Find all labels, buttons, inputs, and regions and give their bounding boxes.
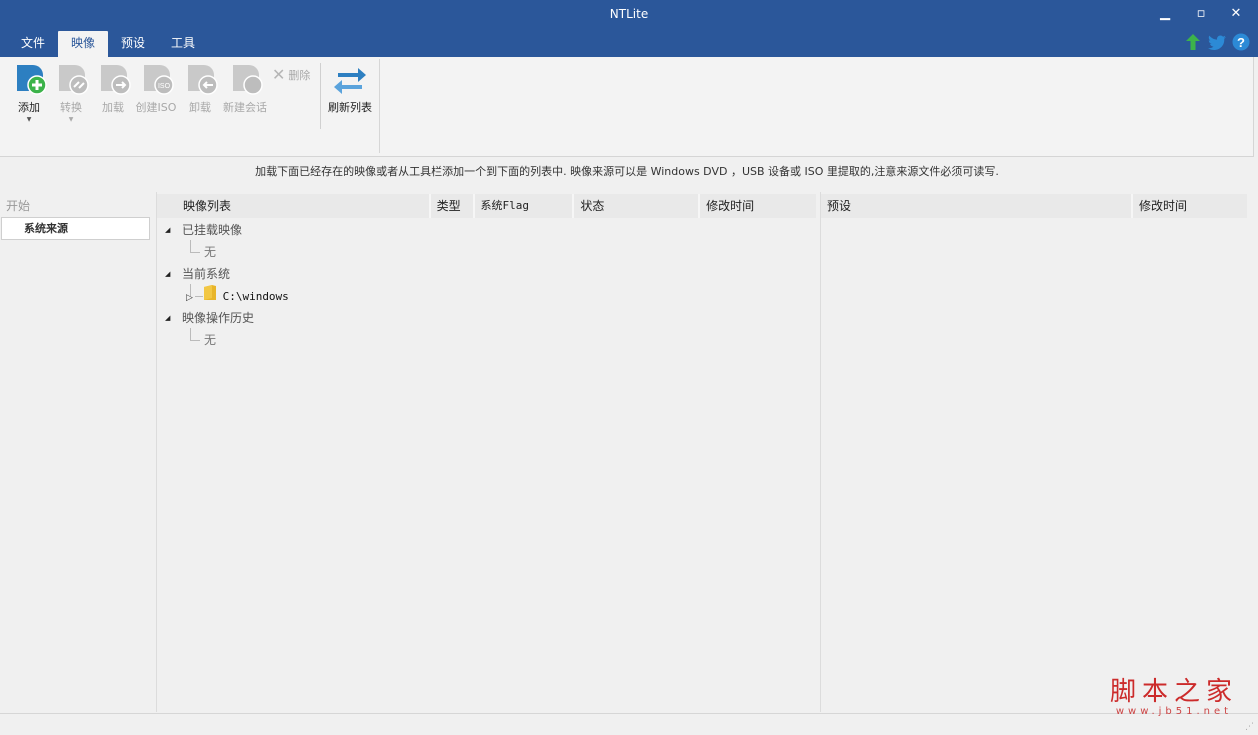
top-right-icons: ? (1184, 33, 1250, 51)
load-disc-icon (95, 61, 131, 97)
add-dropdown-icon[interactable]: ▼ (7, 116, 51, 123)
tree-leaf-none[interactable]: 无 (204, 330, 216, 350)
watermark-logo: 脚本之家 (1109, 677, 1238, 707)
expand-triangle-icon[interactable]: ◢ (165, 220, 170, 240)
delete-button[interactable]: ✕ 删除 (272, 65, 310, 84)
window-title: NTLite (609, 7, 649, 21)
col-preset[interactable]: 预设 (821, 194, 1133, 218)
tree-connector (190, 328, 191, 340)
update-arrow-icon[interactable] (1184, 33, 1202, 51)
close-icon: ✕ (1230, 6, 1242, 21)
new-session-button[interactable]: 新建会话 (223, 61, 267, 115)
col-status[interactable]: 状态 (574, 194, 701, 218)
col-modified-time[interactable]: 修改时间 (700, 194, 816, 218)
image-list-header: 映像列表 类型 系统Flag 状态 修改时间 (157, 194, 816, 218)
unload-label: 卸载 (189, 101, 211, 114)
tab-tools[interactable]: 工具 (158, 31, 208, 57)
nav-start-header: 开始 (6, 199, 31, 213)
resize-grip-icon[interactable]: ⋰ (1245, 722, 1254, 732)
tree-item-c-windows[interactable]: ▷ C:\windows (186, 284, 289, 306)
col-preset-modified-time[interactable]: 修改时间 (1133, 194, 1247, 218)
maximize-icon: ▫ (1196, 6, 1206, 21)
col-system-flag[interactable]: 系统Flag (474, 194, 575, 218)
presets-panel: 预设 修改时间 (820, 192, 1248, 712)
presets-header: 预设 修改时间 (821, 194, 1248, 218)
tree-group-history[interactable]: ◢ 映像操作历史 (165, 308, 254, 328)
close-button[interactable]: ✕ (1221, 4, 1251, 24)
delete-x-icon: ✕ (272, 65, 286, 84)
unload-disc-icon (182, 61, 218, 97)
col-image-list[interactable]: 映像列表 (157, 194, 431, 218)
expand-triangle-icon[interactable]: ◢ (165, 308, 170, 328)
folder-icon (203, 284, 217, 306)
tab-image[interactable]: 映像 (58, 31, 109, 57)
tree-leaf-none[interactable]: 无 (204, 242, 216, 262)
unload-button[interactable]: 卸载 (178, 61, 222, 115)
minimize-icon: ▁ (1160, 6, 1170, 21)
collapse-arrow-icon[interactable]: ▷ (186, 293, 193, 303)
load-label: 加载 (102, 101, 124, 114)
title-bar: NTLite ▁ ▫ ✕ 文件 映像 预设 工具 ? (0, 0, 1258, 57)
nav-item-system-source[interactable]: 系统来源 (1, 217, 150, 240)
minimize-button[interactable]: ▁ (1150, 4, 1180, 24)
maximize-button[interactable]: ▫ (1186, 4, 1216, 24)
info-text: 加载下面已经存在的映像或者从工具栏添加一个到下面的列表中. 映像来源可以是 Wi… (0, 157, 1254, 191)
tree-group-current-system[interactable]: ◢ 当前系统 (165, 264, 230, 284)
ribbon-toolbar: 添加 ▼ 转换 ▼ 加载 ISO 创建ISO 卸载 新建会话 ✕ 删除 刷新列表 (0, 57, 1254, 157)
refresh-label: 刷新列表 (328, 101, 372, 114)
create-iso-label: 创建ISO (135, 101, 177, 114)
convert-button[interactable]: 转换 ▼ (49, 61, 93, 123)
iso-disc-icon: ISO (138, 61, 174, 97)
ribbon-tabs: 文件 映像 预设 工具 (8, 31, 208, 57)
watermark-url: www.jb51.net (1115, 706, 1233, 717)
tab-preset[interactable]: 预设 (108, 31, 158, 57)
convert-dropdown-icon[interactable]: ▼ (49, 116, 93, 123)
session-disc-icon (227, 61, 263, 97)
left-nav: 开始 系统来源 (0, 192, 155, 712)
tab-file[interactable]: 文件 (8, 31, 58, 57)
convert-label: 转换 (60, 101, 82, 114)
image-list-panel: 映像列表 类型 系统Flag 状态 修改时间 ◢ 已挂载映像 无 ◢ 当前系统 … (156, 192, 816, 712)
tree-connector (190, 240, 191, 252)
col-type[interactable]: 类型 (430, 194, 475, 218)
refresh-icon (332, 61, 368, 97)
add-label: 添加 (18, 101, 40, 114)
tree-group-mounted[interactable]: ◢ 已挂载映像 (165, 220, 242, 240)
twitter-icon[interactable] (1208, 33, 1226, 51)
ribbon-group-separator (379, 59, 380, 153)
ribbon-separator (320, 63, 321, 129)
convert-disc-icon (53, 61, 89, 97)
load-button[interactable]: 加载 (91, 61, 135, 115)
tree-connector (190, 340, 200, 341)
status-bar: ⋰ (0, 713, 1258, 735)
svg-text:ISO: ISO (158, 83, 171, 90)
create-iso-button[interactable]: ISO 创建ISO (134, 61, 178, 115)
help-icon[interactable]: ? (1232, 33, 1250, 51)
delete-label: 删除 (288, 68, 311, 82)
add-disc-icon (11, 61, 47, 97)
add-button[interactable]: 添加 ▼ (7, 61, 51, 123)
new-session-label: 新建会话 (223, 101, 267, 114)
svg-text:?: ? (1237, 35, 1245, 50)
tree-connector (190, 252, 200, 253)
refresh-list-button[interactable]: 刷新列表 (326, 61, 374, 115)
watermark: 脚本之家 www.jb51.net (1110, 678, 1238, 717)
expand-triangle-icon[interactable]: ◢ (165, 264, 170, 284)
